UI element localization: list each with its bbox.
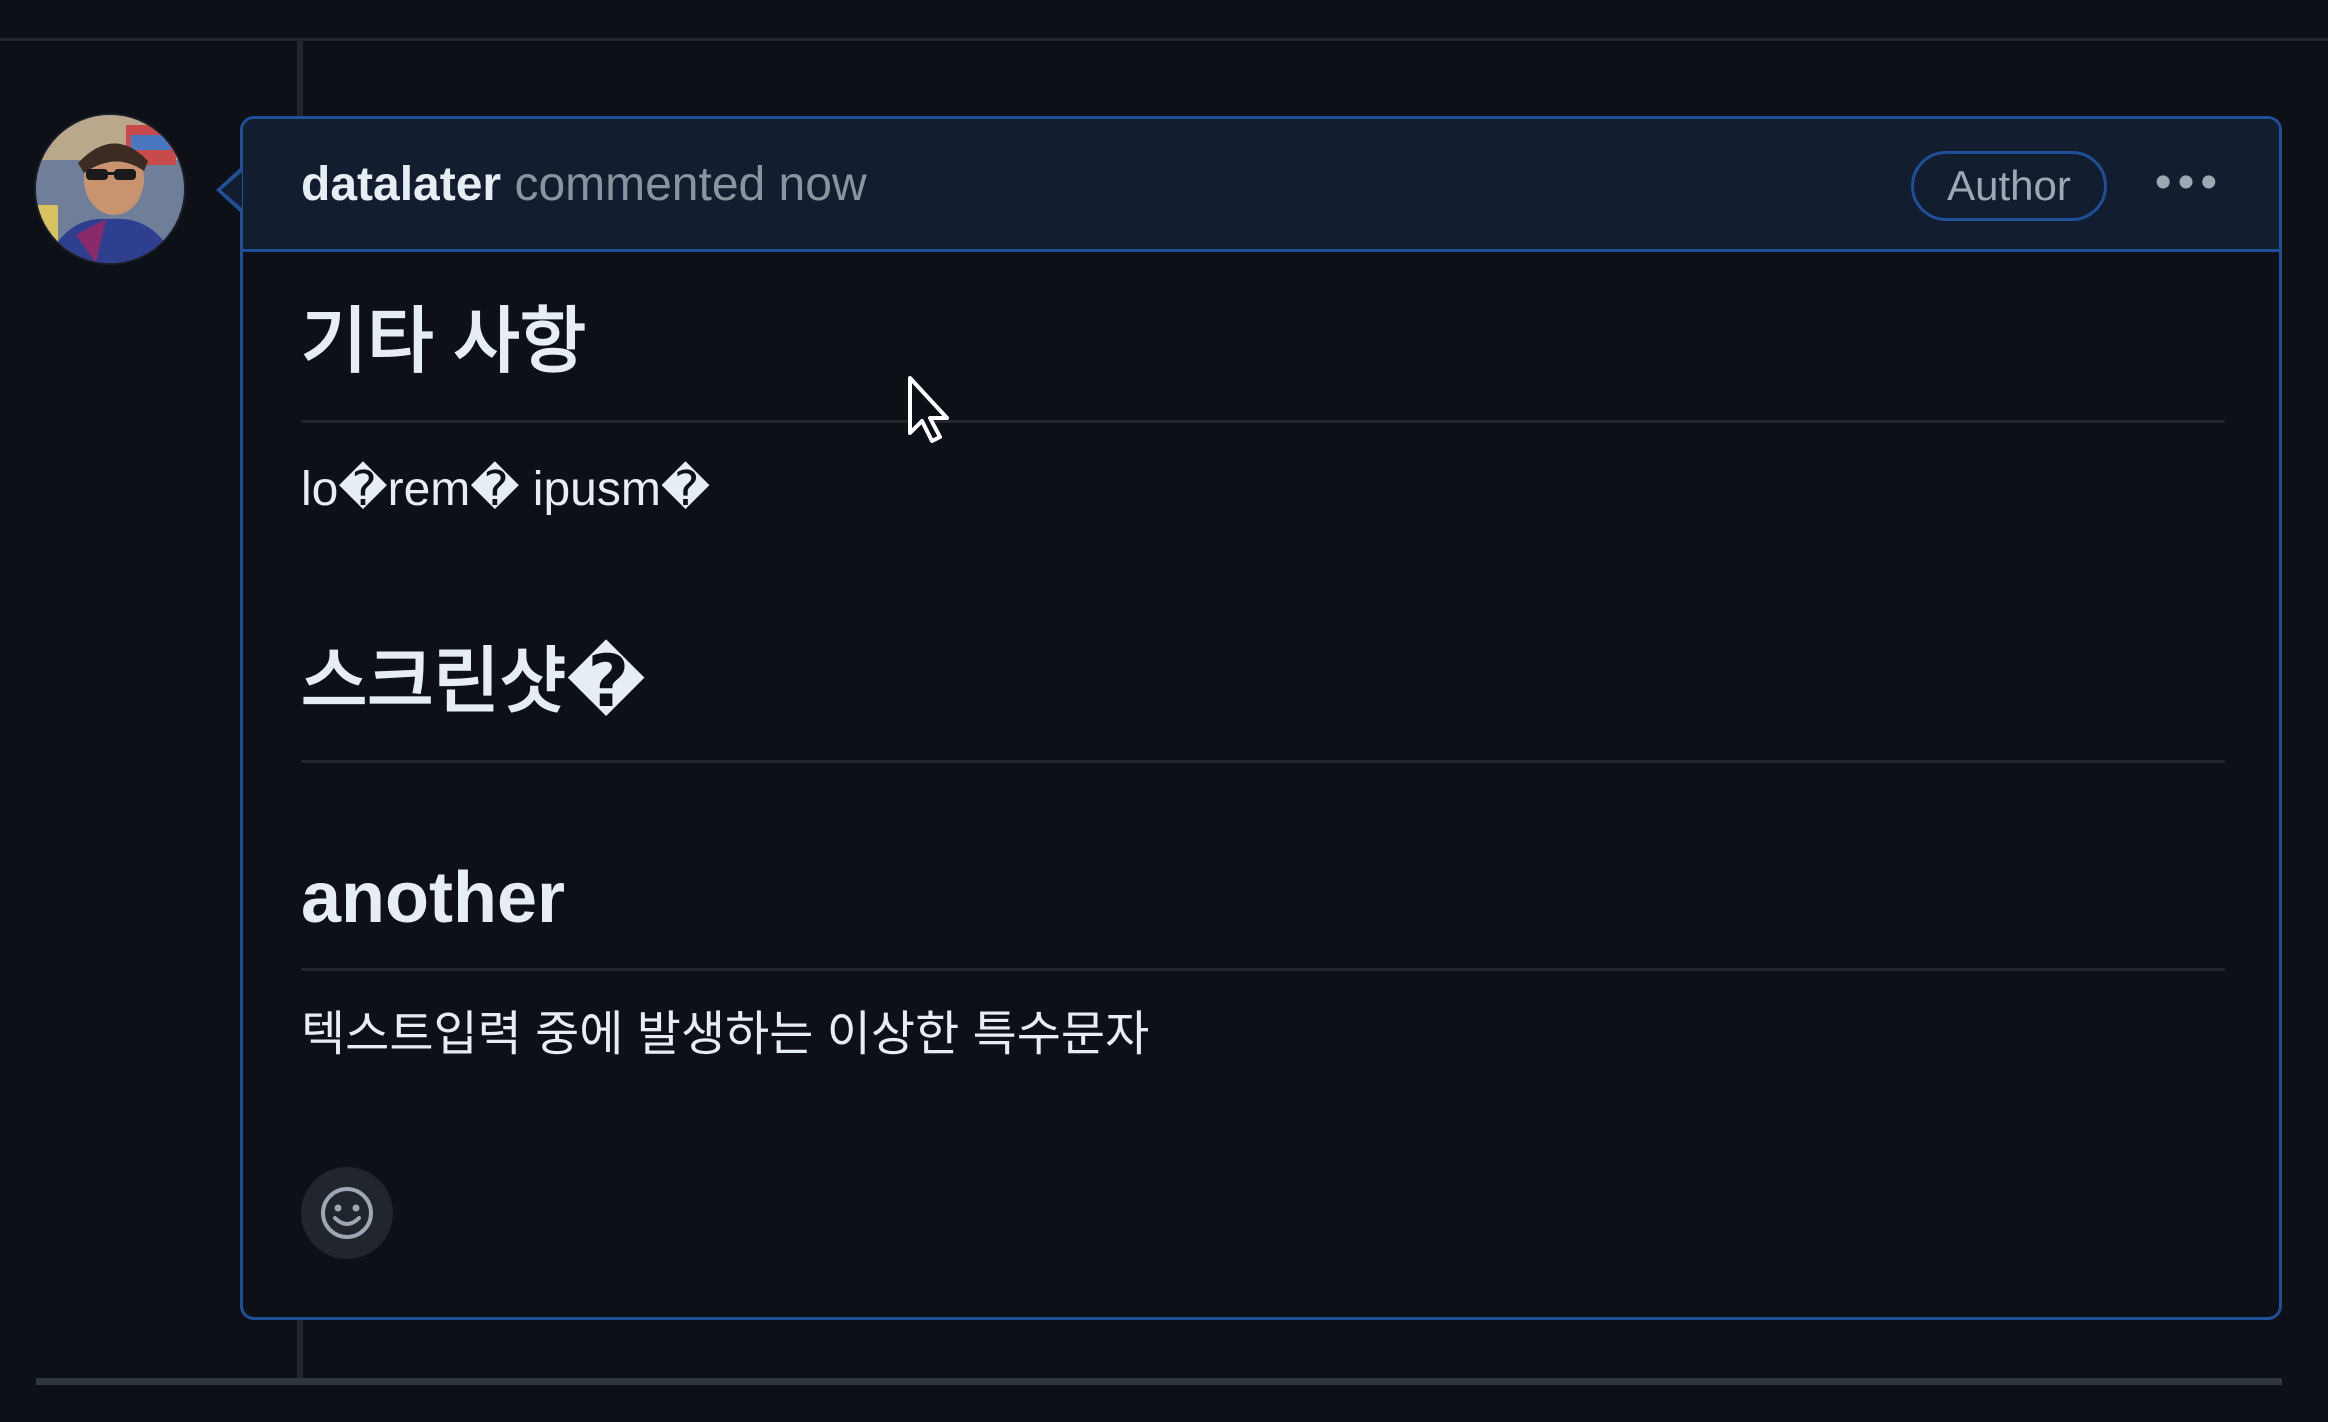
smiley-icon	[321, 1187, 373, 1239]
page: datalater commented now Author ••• 기타 사항…	[0, 0, 2328, 1422]
comment-box: datalater commented now Author ••• 기타 사항…	[240, 116, 2282, 1320]
more-options-button[interactable]: •••	[2147, 159, 2231, 207]
heading-screenshot: 스크린샷�	[301, 642, 647, 722]
kebab-horizontal-icon: •••	[2154, 156, 2224, 209]
author-badge: Author	[1911, 151, 2107, 221]
comment-pointer-fill	[221, 172, 242, 208]
comment-header: datalater commented now Author •••	[243, 119, 2279, 252]
avatar-image-icon	[36, 115, 184, 263]
comment-header-text: datalater commented now	[301, 157, 867, 213]
user-avatar[interactable]	[36, 115, 184, 263]
paragraph-lorem: lo�rem� ipusm�	[301, 463, 711, 516]
heading-block-3: another	[301, 842, 2225, 971]
top-divider	[0, 38, 2328, 41]
add-reaction-button[interactable]	[301, 1167, 393, 1259]
author-link[interactable]: datalater	[301, 158, 501, 211]
comment-timestamp[interactable]: commented now	[514, 158, 866, 211]
bottom-divider	[36, 1378, 2282, 1385]
paragraph-special-chars: 텍스트입력 중에 발생하는 이상한 특수문자	[301, 1008, 1150, 1061]
heading-another: another	[301, 858, 566, 938]
heading-block-1: 기타 사항	[301, 292, 2225, 423]
mouse-pointer-icon	[907, 375, 951, 450]
heading-block-2: 스크린샷�	[301, 632, 2225, 763]
heading-etc: 기타 사항	[301, 302, 586, 382]
